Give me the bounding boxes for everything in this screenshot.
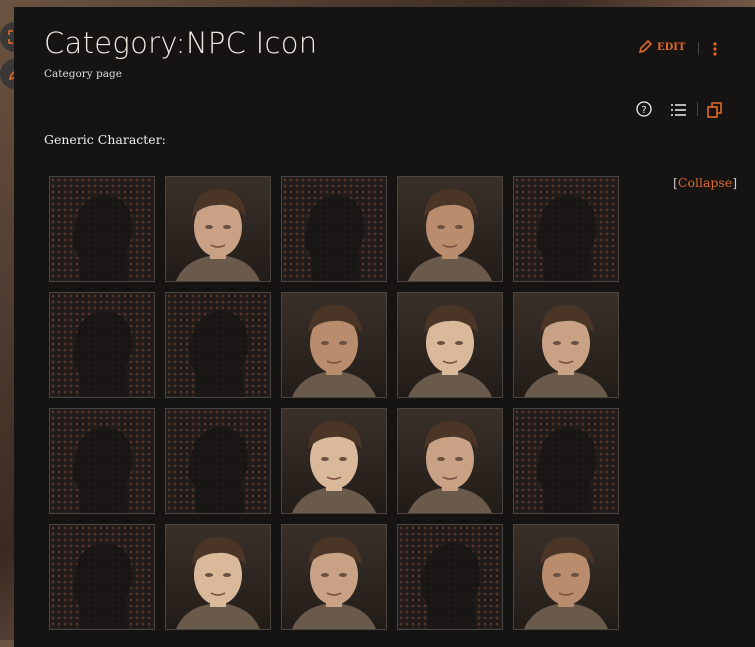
npc-portrait-tile[interactable] (513, 292, 619, 398)
silhouette-icon (537, 427, 597, 513)
page-title: Category:NPC Icon (44, 26, 318, 60)
portrait-icon (292, 537, 376, 629)
npc-portrait-tile[interactable] (513, 524, 619, 630)
silhouette-icon (305, 195, 365, 281)
silhouette-icon (421, 543, 481, 629)
collapse-toggle[interactable]: [Collapse] (673, 175, 737, 190)
svg-text:?: ? (641, 105, 646, 116)
silhouette-icon-tile[interactable] (281, 176, 387, 282)
bracket-close: ] (732, 175, 738, 190)
silhouette-icon-tile[interactable] (513, 408, 619, 514)
portrait-icon (176, 189, 260, 281)
portrait-icon (408, 421, 492, 513)
npc-portrait-tile[interactable] (165, 524, 271, 630)
silhouette-icon (537, 195, 597, 281)
silhouette-icon (189, 427, 249, 513)
npc-portrait-tile[interactable] (281, 408, 387, 514)
collapse-link[interactable]: Collapse (678, 175, 732, 190)
silhouette-icon-tile[interactable] (49, 292, 155, 398)
npc-portrait-tile[interactable] (397, 408, 503, 514)
npc-portrait-tile[interactable] (397, 292, 503, 398)
divider (698, 42, 699, 55)
portrait-icon (524, 305, 608, 397)
portrait-icon (408, 189, 492, 281)
portrait-icon (408, 305, 492, 397)
silhouette-icon-tile[interactable] (165, 292, 271, 398)
npc-portrait-tile[interactable] (281, 292, 387, 398)
copy-icon[interactable] (707, 102, 722, 118)
npc-portrait-tile[interactable] (281, 524, 387, 630)
silhouette-icon-tile[interactable] (397, 524, 503, 630)
section-heading: Generic Character: (44, 132, 166, 147)
silhouette-icon-tile[interactable] (165, 408, 271, 514)
list-icon[interactable] (671, 104, 686, 116)
portrait-icon (292, 421, 376, 513)
divider (697, 102, 698, 116)
silhouette-icon-tile[interactable] (49, 524, 155, 630)
page-subtitle: Category page (44, 68, 122, 80)
silhouette-icon-tile[interactable] (49, 408, 155, 514)
edit-label: EDIT (657, 41, 686, 53)
npc-portrait-tile[interactable] (397, 176, 503, 282)
silhouette-icon-tile[interactable] (49, 176, 155, 282)
npc-portrait-tile[interactable] (165, 176, 271, 282)
pencil-icon (638, 40, 652, 54)
silhouette-icon-tile[interactable] (513, 176, 619, 282)
silhouette-icon (73, 543, 133, 629)
portrait-icon (176, 537, 260, 629)
silhouette-icon (73, 195, 133, 281)
portrait-icon (292, 305, 376, 397)
silhouette-icon (189, 311, 249, 397)
edit-button[interactable]: EDIT (638, 40, 685, 54)
more-vertical-icon (713, 42, 717, 56)
help-icon[interactable]: ? (636, 101, 652, 117)
silhouette-icon (73, 427, 133, 513)
more-button[interactable] (712, 41, 718, 60)
portrait-icon (524, 537, 608, 629)
silhouette-icon (73, 311, 133, 397)
